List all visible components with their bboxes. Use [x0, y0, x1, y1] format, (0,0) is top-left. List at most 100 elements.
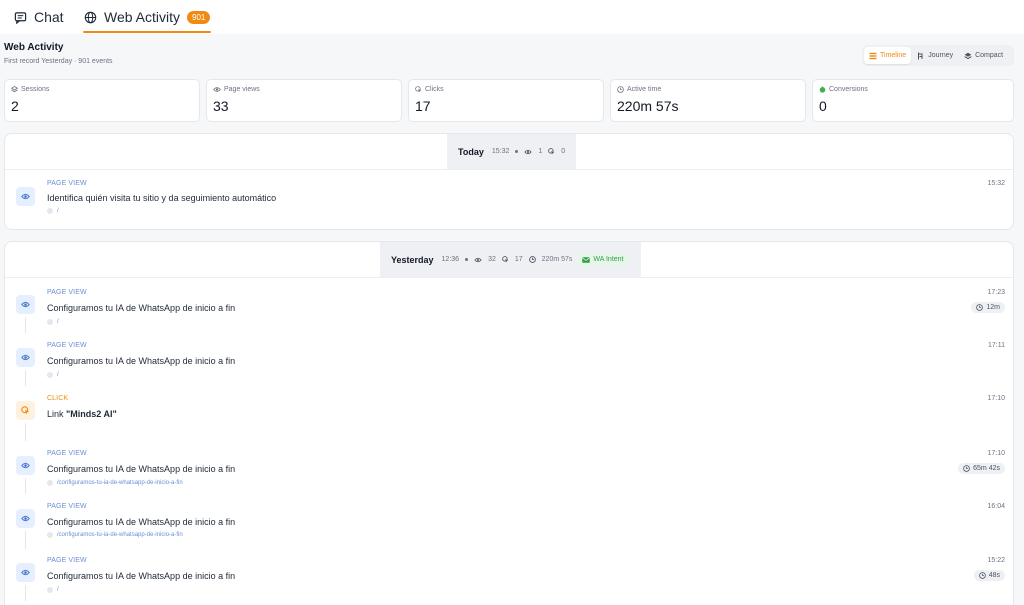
- event-url-text: /configuramos-tu-ia-de-whatsapp-de-inici…: [57, 480, 183, 486]
- page-view-badge: [16, 563, 35, 582]
- event-type: PAGE VIEW: [47, 450, 87, 457]
- wa-intent-label: WA Intent: [593, 256, 624, 263]
- event-title-link: "Minds2 AI": [66, 409, 117, 419]
- page-view-badge: [16, 348, 35, 367]
- timeline-event[interactable]: PAGE VIEW Configuramos tu IA de WhatsApp…: [5, 552, 1013, 605]
- view-timeline-button[interactable]: Timeline: [864, 47, 912, 64]
- duration-badge: 48s: [973, 570, 1005, 581]
- view-compact-button[interactable]: Compact: [959, 47, 1008, 64]
- duration-badge: 12m: [971, 302, 1005, 313]
- event-url[interactable]: /configuramos-tu-ia-de-whatsapp-de-inici…: [47, 480, 183, 486]
- stat-label: Conversions: [829, 86, 868, 93]
- event-time: 17:23: [987, 289, 1005, 296]
- wa-intent-badge: WA Intent: [578, 253, 628, 266]
- tab-chat-label: Chat: [34, 9, 64, 25]
- separator-dot: [515, 150, 519, 153]
- event-url-text: /configuramos-tu-ia-de-whatsapp-de-inici…: [57, 532, 183, 538]
- event-time: 17:11: [988, 342, 1005, 349]
- clock-icon: [528, 256, 536, 263]
- timeline-event[interactable]: CLICK Link "Minds2 AI" 17:10: [5, 390, 1013, 442]
- eye-icon: [21, 193, 30, 200]
- eye-icon: [21, 515, 30, 522]
- duration-badge: 65m 42s: [958, 463, 1005, 474]
- timeline-event[interactable]: PAGE VIEW Configuramos tu IA de WhatsApp…: [5, 498, 1013, 550]
- view-journey-label: Journey: [928, 52, 954, 59]
- stat-card-clicks: Clicks 17: [408, 79, 604, 122]
- page-title: Web Activity: [4, 42, 64, 53]
- timeline-connector: [25, 370, 26, 386]
- timeline-connector: [25, 478, 26, 494]
- stat-label: Sessions: [21, 86, 50, 93]
- page-icon: [47, 372, 53, 378]
- view-timeline-label: Timeline: [880, 52, 907, 59]
- chat-icon: [14, 11, 27, 24]
- clock-icon: [976, 304, 984, 311]
- view-journey-button[interactable]: Journey: [912, 47, 958, 64]
- tab-web-activity[interactable]: Web Activity 901: [82, 0, 212, 34]
- stat-value: 33: [213, 98, 229, 114]
- eye-icon: [21, 569, 30, 576]
- stat-label: Clicks: [425, 86, 444, 93]
- day-time: 15:32: [491, 148, 510, 155]
- event-type: PAGE VIEW: [47, 557, 87, 564]
- event-time: 16:04: [987, 503, 1005, 510]
- tab-web-activity-label: Web Activity: [104, 9, 180, 25]
- stat-card-page-views: Page views 33: [206, 79, 402, 122]
- event-count-badge: 901: [187, 10, 211, 24]
- click-icon: [502, 256, 509, 263]
- event-url-text: /: [57, 372, 59, 378]
- page-icon: [47, 587, 53, 593]
- day-group-today: Today 15:32 1 0 PAGE VIEW Identifica qui…: [4, 133, 1014, 230]
- timeline-event[interactable]: PAGE VIEW Configuramos tu IA de WhatsApp…: [5, 284, 1013, 336]
- page-header: Web Activity First record Yesterday · 90…: [4, 42, 113, 65]
- layers-icon: [964, 52, 972, 60]
- timeline-event[interactable]: PAGE VIEW Identifica quién visita tu sit…: [5, 170, 1013, 228]
- conversion-icon: [819, 86, 826, 93]
- eye-icon: [21, 354, 30, 361]
- event-url[interactable]: /: [47, 587, 59, 593]
- stat-value: 17: [415, 98, 431, 114]
- event-url[interactable]: /: [47, 319, 59, 325]
- event-type: PAGE VIEW: [47, 342, 87, 349]
- eye-icon: [213, 86, 221, 93]
- event-url[interactable]: /: [47, 208, 59, 214]
- timeline-icon: [869, 52, 877, 60]
- event-url[interactable]: /configuramos-tu-ia-de-whatsapp-de-inici…: [47, 532, 183, 538]
- view-compact-label: Compact: [975, 52, 1004, 59]
- timeline-event[interactable]: PAGE VIEW Configuramos tu IA de WhatsApp…: [5, 445, 1013, 497]
- click-icon: [415, 86, 422, 93]
- day-time: 12:36: [441, 256, 460, 263]
- eye-icon: [21, 462, 30, 469]
- event-type: PAGE VIEW: [47, 180, 87, 187]
- click-icon: [548, 148, 555, 155]
- separator-dot: [465, 258, 469, 261]
- day-group-header: Yesterday 12:36 32 17 220m 57s WA Intent: [5, 242, 1013, 278]
- duration-text: 48s: [988, 572, 1000, 579]
- stat-label: Active time: [627, 86, 662, 93]
- eye-icon: [474, 257, 482, 263]
- day-views-count: 32: [488, 256, 496, 263]
- day-active-time: 220m 57s: [541, 256, 573, 263]
- globe-icon: [84, 11, 97, 24]
- event-title: Configuramos tu IA de WhatsApp de inicio…: [47, 356, 236, 366]
- duration-text: 65m 42s: [973, 465, 1000, 472]
- timeline-connector: [25, 317, 26, 333]
- event-title: Link "Minds2 AI": [47, 409, 117, 419]
- event-type: PAGE VIEW: [47, 289, 87, 296]
- day-group-yesterday: Yesterday 12:36 32 17 220m 57s WA Intent: [4, 241, 1014, 605]
- stat-card-active-time: Active time 220m 57s: [610, 79, 806, 122]
- stat-card-conversions: Conversions 0: [812, 79, 1014, 122]
- clock-icon: [617, 86, 624, 93]
- event-time: 15:22: [987, 557, 1005, 564]
- timeline-event[interactable]: PAGE VIEW Configuramos tu IA de WhatsApp…: [5, 337, 1013, 389]
- event-title: Identifica quién visita tu sitio y da se…: [47, 193, 277, 203]
- page-view-badge: [16, 509, 35, 528]
- event-title-prefix: Link: [47, 409, 67, 419]
- page-view-badge: [16, 456, 35, 475]
- page-subtitle: First record Yesterday · 901 events: [4, 58, 113, 65]
- event-url-text: /: [57, 208, 59, 214]
- event-url[interactable]: /: [47, 372, 59, 378]
- day-label: Today: [458, 146, 484, 157]
- click-icon: [21, 406, 30, 415]
- tab-chat[interactable]: Chat: [14, 0, 64, 34]
